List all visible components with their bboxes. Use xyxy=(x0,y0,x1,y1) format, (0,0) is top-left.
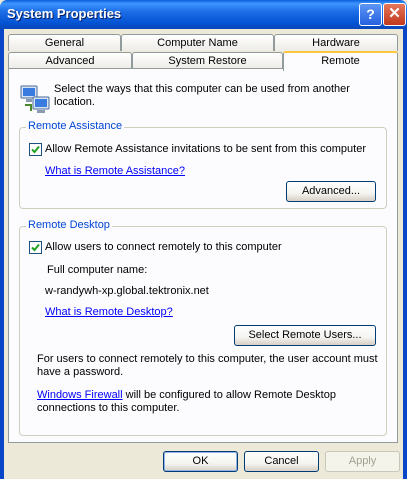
tab-remote[interactable]: Remote xyxy=(283,51,398,71)
firewall-note: Windows Firewall will be configured to a… xyxy=(37,389,382,415)
window-frame-left xyxy=(0,29,4,479)
ok-button[interactable]: OK xyxy=(163,451,238,472)
help-icon: ? xyxy=(366,6,375,22)
close-button[interactable]: ✕ xyxy=(383,3,406,26)
window-title: System Properties xyxy=(7,6,122,21)
tab-label: Remote xyxy=(321,55,360,67)
remote-assistance-checkbox-label[interactable]: Allow Remote Assistance invitations to b… xyxy=(45,143,366,155)
select-remote-users-button[interactable]: Select Remote Users... xyxy=(234,325,376,346)
intro-text: Select the ways that this computer can b… xyxy=(54,83,350,108)
apply-button[interactable]: Apply xyxy=(325,451,400,472)
checkmark-icon xyxy=(31,243,40,252)
full-computer-name-value: w-randywh-xp.global.tektronix.net xyxy=(45,285,209,297)
remote-desktop-help-link[interactable]: What is Remote Desktop? xyxy=(45,306,173,318)
tab-label: Advanced xyxy=(45,55,95,67)
remote-desktop-checkbox-label[interactable]: Allow users to connect remotely to this … xyxy=(45,241,282,253)
tab-general[interactable]: General xyxy=(8,34,121,51)
help-button[interactable]: ? xyxy=(359,3,382,26)
remote-desktop-title: Remote Desktop xyxy=(26,219,112,231)
checkmark-icon xyxy=(31,145,40,154)
cancel-button[interactable]: Cancel xyxy=(244,451,319,472)
remote-assistance-title: Remote Assistance xyxy=(26,120,125,132)
tab-advanced[interactable]: Advanced xyxy=(8,52,132,69)
remote-assistance-help-link[interactable]: What is Remote Assistance? xyxy=(45,165,185,177)
advanced-button[interactable]: Advanced... xyxy=(286,181,376,202)
window-frame-right xyxy=(403,29,407,479)
tab-hardware[interactable]: Hardware xyxy=(274,34,398,51)
remote-tab-panel: Select the ways that this computer can b… xyxy=(8,68,398,443)
windows-firewall-link[interactable]: Windows Firewall xyxy=(37,389,123,401)
title-bar[interactable]: System Properties ? ✕ xyxy=(0,0,407,29)
tab-system-restore[interactable]: System Restore xyxy=(132,52,283,69)
full-computer-name-label: Full computer name: xyxy=(47,264,148,276)
remote-desktop-checkbox[interactable] xyxy=(29,241,42,254)
password-note: For users to connect remotely to this co… xyxy=(37,353,378,378)
remote-assistance-checkbox[interactable] xyxy=(29,143,42,156)
tab-computer-name[interactable]: Computer Name xyxy=(121,34,274,51)
remote-assistance-group: Remote Assistance Allow Remote Assistanc… xyxy=(19,120,387,209)
tab-label: System Restore xyxy=(168,55,247,67)
tab-label: Hardware xyxy=(312,37,360,49)
tab-label: Computer Name xyxy=(157,37,238,49)
tab-label: General xyxy=(44,37,85,49)
close-icon: ✕ xyxy=(388,5,401,22)
computer-network-icon xyxy=(20,85,50,113)
